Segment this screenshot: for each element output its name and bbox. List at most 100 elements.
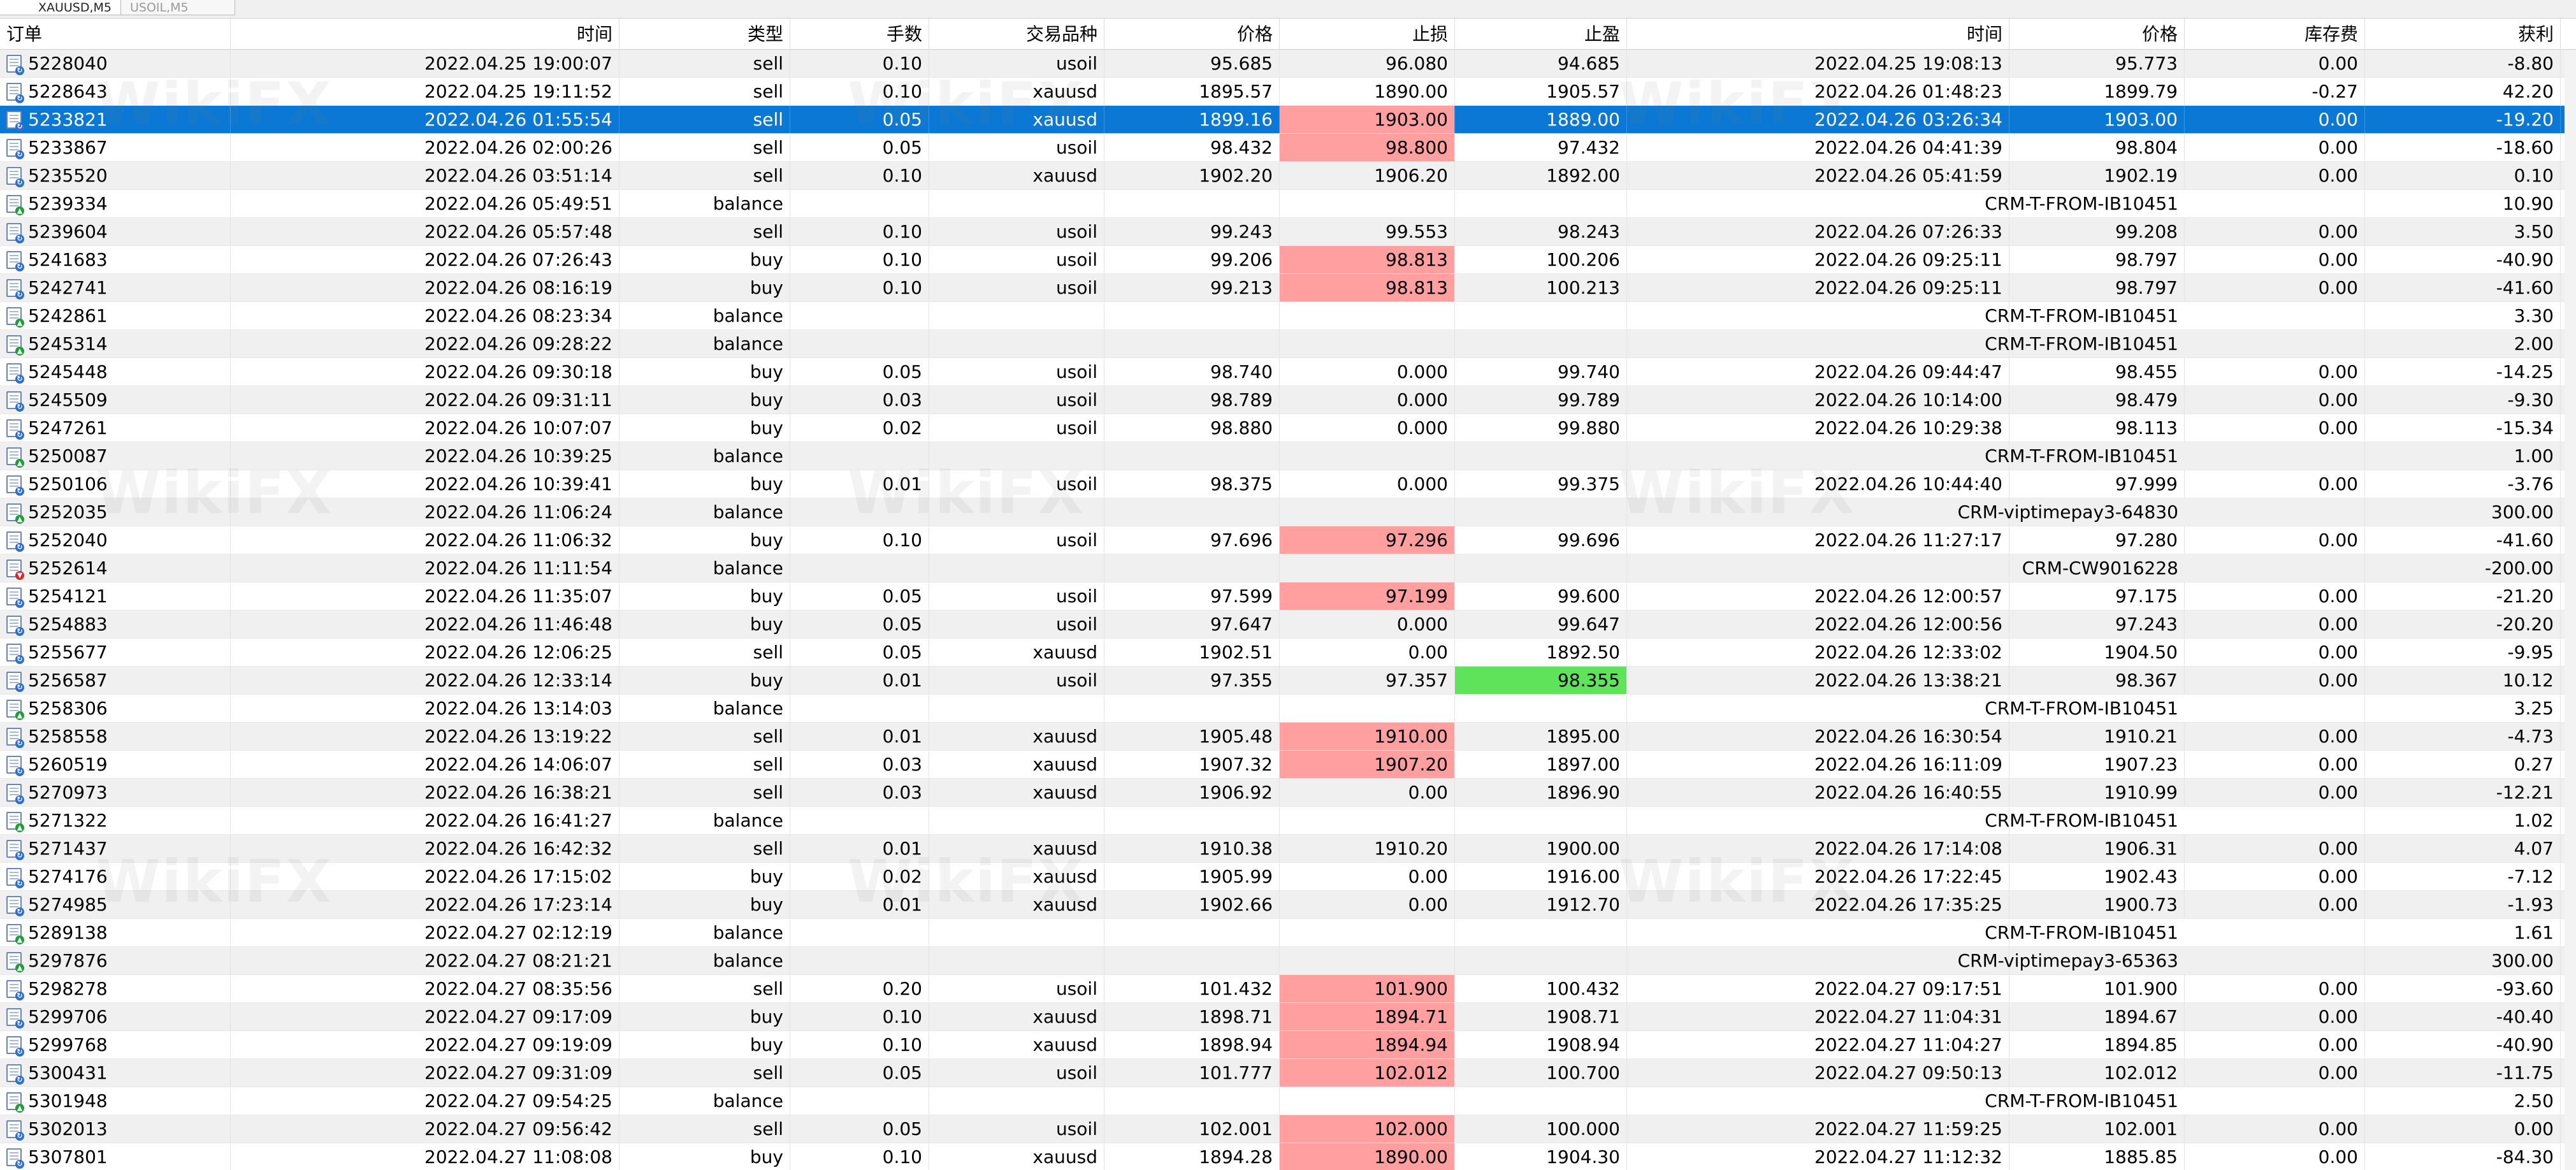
table-row[interactable]: ↻ 5274176 2022.04.26 17:15:02 buy 0.02 xauusd… [0,863,2576,891]
table-row[interactable]: ▲ 5242861 2022.04.26 08:23:34 balance CRM-T-… [0,302,2576,330]
swap-cell: 0.00 [2185,975,2365,1002]
column-header-order[interactable]: 订单 [0,18,231,50]
column-header-tp[interactable]: 止盈 [1455,18,1627,50]
table-row[interactable]: ↻ 5255677 2022.04.26 12:06:25 sell 0.05 xauus… [0,639,2576,667]
table-row[interactable]: ↻ 5235520 2022.04.26 03:51:14 sell 0.10 xauus… [0,162,2576,190]
table-row[interactable]: ▲ 5258306 2022.04.26 13:14:03 balance CRM-T-… [0,695,2576,723]
table-row[interactable]: ↻ 5247261 2022.04.26 10:07:07 buy 0.02 usoil 9… [0,414,2576,442]
order-number: 5254883 [28,614,108,635]
column-header-time[interactable]: 时间 [231,18,619,50]
open-price-cell: 1898.71 [1104,1003,1280,1030]
table-row[interactable]: ↻ 5254883 2022.04.26 11:46:48 buy 0.05 usoil 9… [0,610,2576,639]
swap-cell: 0.00 [2185,1143,2365,1170]
vertical-scrollbar[interactable] [2565,50,2576,1170]
order-number: 5228040 [28,53,108,74]
close-price-cell: 1903.00 [2009,106,2185,133]
column-header-close-price[interactable]: 价格 [2009,18,2185,50]
tab-usoil-m5[interactable]: USOIL,M5 [120,0,235,15]
table-row[interactable]: ↻ 5245509 2022.04.26 09:31:11 buy 0.03 usoil 9… [0,386,2576,414]
table-row[interactable]: ▲ 5297876 2022.04.27 08:21:21 balance CRM-vi… [0,947,2576,975]
empty-cell [929,498,1104,526]
table-row[interactable]: ↻ 5250106 2022.04.26 10:39:41 buy 0.01 usoil 9… [0,470,2576,498]
order-cell: ↻ 5254883 [0,610,231,638]
table-row[interactable]: ↻ 5241683 2022.04.26 07:26:43 buy 0.10 usoil 9… [0,246,2576,274]
table-row[interactable]: ↻ 5260519 2022.04.26 14:06:07 sell 0.03 xauus… [0,751,2576,779]
table-row[interactable]: ↻ 5228643 2022.04.25 19:11:52 sell 0.10 xauus… [0,78,2576,106]
table-row[interactable]: ↻ 5298278 2022.04.27 08:35:56 sell 0.20 usoil… [0,975,2576,1003]
type-cell: balance [619,302,790,329]
table-row[interactable]: ↻ 5307801 2022.04.27 11:08:08 buy 0.10 xauusd… [0,1143,2576,1170]
table-row[interactable]: ↻ 5299768 2022.04.27 09:19:09 buy 0.10 xauusd… [0,1031,2576,1059]
close-time-cell: 2022.04.26 04:41:39 [1627,134,2009,161]
empty-cell [929,947,1104,974]
profit-cell: 300.00 [2365,947,2561,974]
empty-cell [1455,695,1627,722]
type-cell: sell [619,723,790,750]
open-time-cell: 2022.04.26 16:38:21 [231,779,619,806]
order-cell: ↻ 5258558 [0,723,231,750]
stop-loss-cell: 0.000 [1280,414,1455,442]
table-row[interactable]: ↻ 5300431 2022.04.27 09:31:09 sell 0.05 usoil… [0,1059,2576,1087]
open-time-cell: 2022.04.26 08:16:19 [231,274,619,301]
profit-cell: -9.30 [2365,386,2561,414]
table-row[interactable]: ▲ 5245314 2022.04.26 09:28:22 balance CRM-T-… [0,330,2576,358]
table-row[interactable]: ↻ 5252040 2022.04.26 11:06:32 buy 0.10 usoil 9… [0,526,2576,554]
profit-cell: 42.20 [2365,78,2561,105]
lots-cell: 0.10 [790,1031,929,1058]
table-row[interactable]: ↻ 5228040 2022.04.25 19:00:07 sell 0.10 usoil… [0,50,2576,78]
table-row[interactable]: ▲ 5250087 2022.04.26 10:39:25 balance CRM-T-… [0,442,2576,470]
close-price-cell: 1906.31 [2009,835,2185,862]
profit-cell: 3.50 [2365,218,2561,245]
tab-xauusd-m5[interactable]: XAUUSD,M5 [0,0,121,15]
table-row[interactable]: ▲ 5239334 2022.04.26 05:49:51 balance CRM-T-… [0,190,2576,218]
order-cell: ↻ 5245509 [0,386,231,414]
column-header-price[interactable]: 价格 [1104,18,1280,50]
table-row[interactable]: ↻ 5254121 2022.04.26 11:35:07 buy 0.05 usoil 9… [0,582,2576,610]
lots-cell: 0.10 [790,50,929,77]
table-row[interactable]: ↻ 5274985 2022.04.26 17:23:14 buy 0.01 xauusd… [0,891,2576,919]
take-profit-cell: 100.206 [1455,246,1627,273]
table-row[interactable]: ↻ 5302013 2022.04.27 09:56:42 sell 0.05 usoil… [0,1115,2576,1143]
column-header-swap[interactable]: 库存费 [2185,18,2365,50]
table-row[interactable]: ↻ 5245448 2022.04.26 09:30:18 buy 0.05 usoil 9… [0,358,2576,386]
close-time-cell: 2022.04.26 17:22:45 [1627,863,2009,890]
table-row[interactable]: ▲ 5301948 2022.04.27 09:54:25 balance CRM-T-… [0,1087,2576,1115]
close-price-cell: 102.012 [2009,1059,2185,1087]
table-row[interactable]: ▼ 5252614 2022.04.26 11:11:54 balance CRM-CW… [0,554,2576,582]
take-profit-cell: 1892.50 [1455,639,1627,666]
take-profit-cell: 1916.00 [1455,863,1627,890]
order-cell: ↻ 5233867 [0,134,231,161]
table-row[interactable]: ↻ 5299706 2022.04.27 09:17:09 buy 0.10 xauusd… [0,1003,2576,1031]
column-header-type[interactable]: 类型 [619,18,790,50]
column-header-profit[interactable]: 获利 [2365,18,2561,50]
table-row[interactable]: ↻ 5233867 2022.04.26 02:00:26 sell 0.05 usoil… [0,134,2576,162]
table-row[interactable]: ↻ 5270973 2022.04.26 16:38:21 sell 0.03 xauus… [0,779,2576,807]
take-profit-cell: 99.600 [1455,582,1627,610]
column-header-sl[interactable]: 止损 [1280,18,1455,50]
close-time-cell: 2022.04.27 11:04:31 [1627,1003,2009,1030]
column-header-lots[interactable]: 手数 [790,18,929,50]
table-row[interactable]: ↻ 5242741 2022.04.26 08:16:19 buy 0.10 usoil 9… [0,274,2576,302]
table-row[interactable]: ▲ 5289138 2022.04.27 02:12:19 balance CRM-T-… [0,919,2576,947]
order-cell: ▲ 5242861 [0,302,231,329]
table-row[interactable]: ↻ 5239604 2022.04.26 05:57:48 sell 0.10 usoil… [0,218,2576,246]
table-row[interactable]: ▲ 5252035 2022.04.26 11:06:24 balance CRM-vi… [0,498,2576,526]
table-row[interactable]: ↻ 5271437 2022.04.26 16:42:32 sell 0.01 xauus… [0,835,2576,863]
table-row[interactable]: ↻ 5233821 2022.04.26 01:55:54 sell 0.05 xauus… [0,106,2576,134]
table-row[interactable]: ↻ 5256587 2022.04.26 12:33:14 buy 0.01 usoil 9… [0,667,2576,695]
swap-cell: 0.00 [2185,667,2365,694]
close-time-cell: 2022.04.26 16:11:09 [1627,751,2009,778]
trade-ticket-icon: ↻ [6,588,24,608]
profit-cell: -41.60 [2365,526,2561,554]
take-profit-cell: 100.432 [1455,975,1627,1002]
trade-ticket-icon: ↻ [6,756,24,776]
comment-cell: CRM-T-FROM-IB10451 [1985,305,2178,326]
profit-cell: -20.20 [2365,610,2561,638]
column-header-symbol[interactable]: 交易品种 [929,18,1104,50]
table-row[interactable]: ↻ 5258558 2022.04.26 13:19:22 sell 0.01 xauus… [0,723,2576,751]
column-header-close-time[interactable]: 时间 [1627,18,2009,50]
deposit-icon: ▲ [6,812,24,832]
empty-cell [790,1087,929,1115]
table-row[interactable]: ▲ 5271322 2022.04.26 16:41:27 balance CRM-T-… [0,807,2576,835]
trade-ticket-icon: ↻ [6,223,24,243]
